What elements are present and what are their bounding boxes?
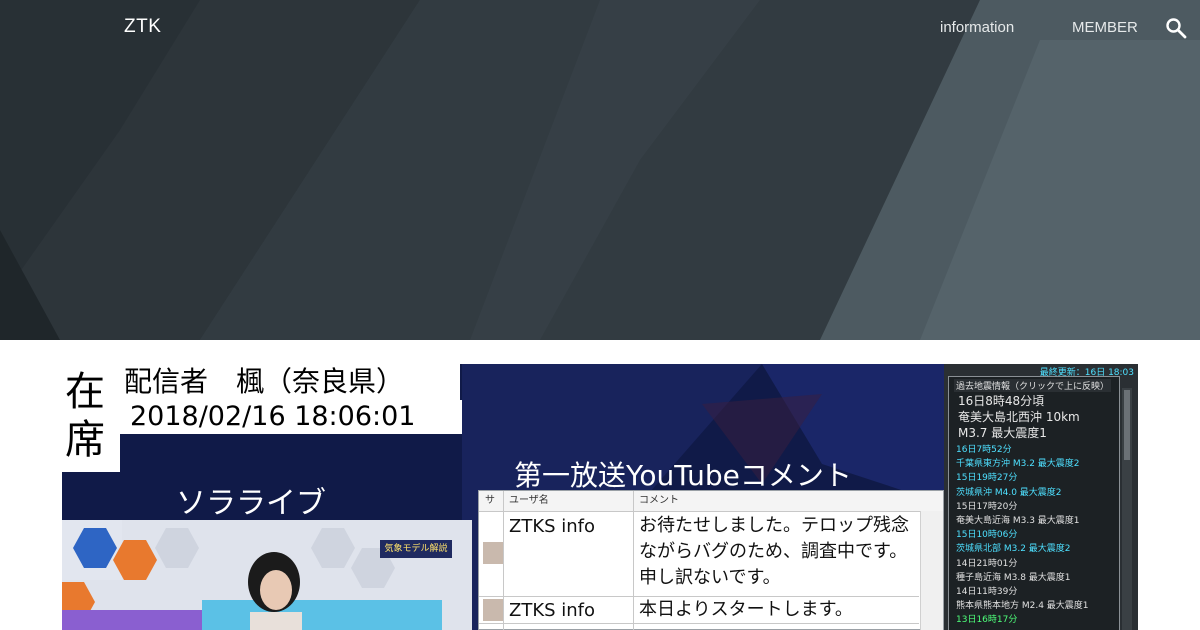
comment-user: ZTKS info [509, 516, 596, 537]
studio-video: 気象モデル解説 [62, 520, 472, 630]
youtube-comments-title: 第一放送YouTubeコメント [514, 459, 852, 492]
quake-history-item[interactable]: 15日17時20分 [956, 501, 1017, 513]
comment-message: お待たせしました。テロップ残念ながらバグのため、調査中です。申し訳ないです。 [639, 515, 909, 588]
studio-image [62, 520, 472, 630]
latest-quake-magnitude: M3.7 最大震度1 [958, 426, 1047, 440]
host-label: 配信者 楓（奈良県） [120, 364, 460, 400]
broadcast-timestamp: 2018/02/16 18:06:01 [120, 400, 462, 434]
comment-row: ZTKS info 本日よりスタートします。 [479, 597, 919, 624]
comment-table-header: サ ユーザ名 コメント [479, 491, 943, 512]
quake-history-item[interactable]: 14日11時39分 [956, 586, 1017, 598]
avatar [483, 599, 503, 621]
quake-history-item[interactable]: 千葉県東方沖 M3.2 最大震度2 [956, 458, 1080, 470]
quake-history-item[interactable]: 13日16時17分 [956, 614, 1017, 626]
seat-status: 在 席 [62, 364, 120, 472]
quake-history-item[interactable]: 16日7時52分 [956, 444, 1012, 456]
site-title[interactable]: ZTK [124, 16, 161, 38]
comment-row: ZTKS info お待たせしました。テロップ残念ながらバグのため、調査中です。… [479, 512, 919, 597]
quake-history-item[interactable]: 14日21時01分 [956, 558, 1017, 570]
latest-quake-location: 奄美大島北西沖 10km [958, 410, 1080, 424]
quake-history-item[interactable]: 茨城県沖 M4.0 最大震度2 [956, 487, 1062, 499]
quake-history-item[interactable]: 15日19時27分 [956, 472, 1017, 484]
seat-status-text: 在 席 [65, 369, 105, 463]
quake-history-item[interactable]: 種子島近海 M3.8 最大震度1 [956, 572, 1071, 584]
top-navigation: ZTK information MEMBER [0, 0, 1200, 56]
column-header-comment: コメント [639, 495, 679, 506]
studio-tag: 気象モデル解説 [380, 540, 452, 558]
header-banner: ZTK information MEMBER [0, 0, 1200, 340]
comment-user: ZTKS info [509, 600, 596, 621]
search-icon[interactable] [1164, 16, 1188, 40]
nav-link-member[interactable]: MEMBER [1072, 19, 1138, 36]
column-header-icon: サ [485, 495, 495, 506]
quake-history-item[interactable]: 15日10時06分 [956, 529, 1017, 541]
live-title: ソラライブ [176, 486, 326, 521]
quake-history-item[interactable]: 茨城県北部 M3.2 最大震度2 [956, 543, 1071, 555]
avatar [483, 542, 503, 564]
latest-quake[interactable]: 16日8時48分頃 奄美大島北西沖 10km M3.7 最大震度1 [958, 393, 1080, 441]
quake-history-title: 過去地震情報（クリックで上に反映） [954, 379, 1112, 392]
comment-scrollbar[interactable] [920, 511, 943, 630]
nav-link-information[interactable]: information [940, 19, 1014, 36]
quake-scrollbar-thumb[interactable] [1124, 390, 1130, 460]
quake-history-item[interactable]: 熊本県熊本地方 M2.4 最大震度1 [956, 600, 1089, 612]
broadcast-screenshot: 在 席 配信者 楓（奈良県） 2018/02/16 18:06:01 ソラライブ… [62, 364, 1138, 630]
comment-message: 本日よりスタートします。 [639, 599, 853, 620]
column-header-user: ユーザ名 [509, 495, 549, 506]
earthquake-panel: 最終更新：16日 18:03 過去地震情報（クリックで上に反映） 16日8時48… [944, 364, 1138, 630]
column-divider [503, 491, 504, 511]
quake-history-item[interactable]: 奄美大島近海 M3.3 最大震度1 [956, 515, 1080, 527]
comment-table: サ ユーザ名 コメント ZTKS info お待たせしました。テロップ残念ながら… [478, 490, 944, 630]
column-divider [633, 491, 634, 511]
latest-quake-time: 16日8時48分頃 [958, 394, 1045, 408]
